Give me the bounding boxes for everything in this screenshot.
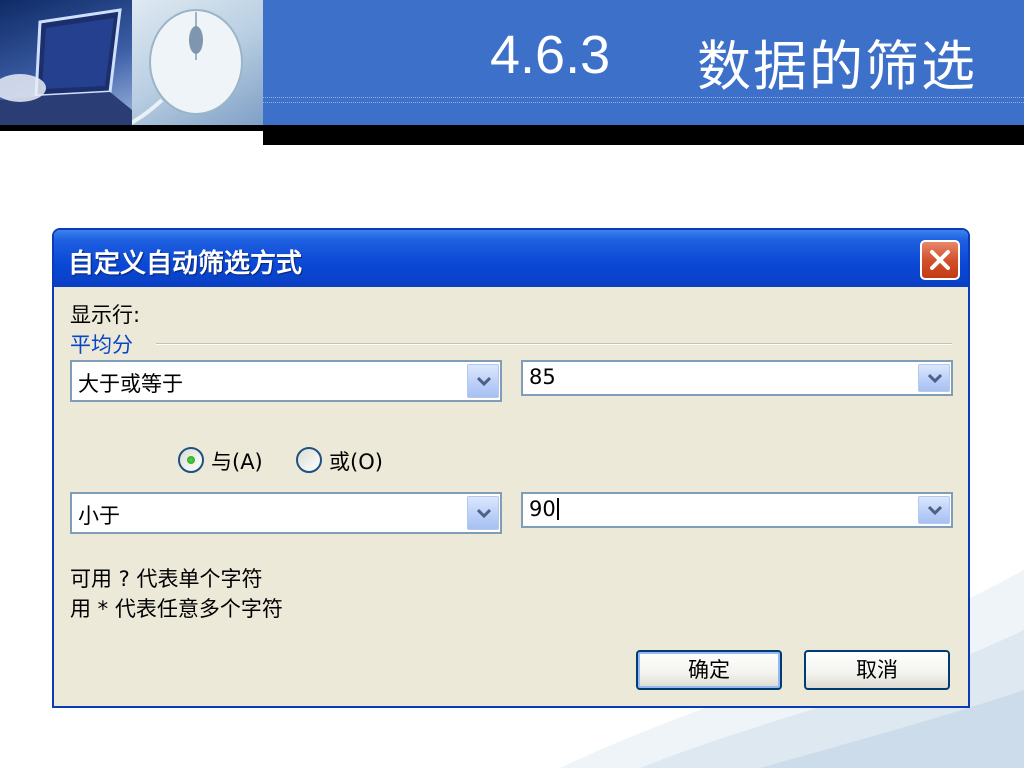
value2-dropdown-button[interactable] xyxy=(918,496,950,524)
ok-button[interactable]: 确定 xyxy=(636,650,782,690)
and-radio-label[interactable]: 与(A) xyxy=(211,446,263,476)
value1-dropdown-button[interactable] xyxy=(918,364,950,392)
slide-title: 数据的筛选 xyxy=(697,35,977,98)
operator2-select[interactable]: 小于 xyxy=(70,492,502,534)
dialog-title: 自定义自动筛选方式 xyxy=(68,249,303,279)
cancel-button[interactable]: 取消 xyxy=(804,650,950,690)
wildcard-hint-1: 可用 ? 代表单个字符 xyxy=(70,567,263,591)
header-photo xyxy=(0,0,263,125)
section-number: 4.6.3 xyxy=(490,25,611,85)
field-name-label: 平均分 xyxy=(70,333,133,357)
value1-text: 85 xyxy=(529,365,556,389)
operator1-select[interactable]: 大于或等于 xyxy=(70,360,502,402)
value2-text[interactable]: 90 xyxy=(529,497,559,521)
value2-value: 90 xyxy=(529,497,556,521)
close-button[interactable] xyxy=(920,240,960,280)
group-divider xyxy=(156,343,952,345)
value2-combo[interactable]: 90 xyxy=(521,492,953,528)
chevron-down-icon xyxy=(477,376,491,386)
operator2-dropdown-button[interactable] xyxy=(467,496,499,530)
wildcard-hint-2: 用 * 代表任意多个字符 xyxy=(70,597,283,621)
dialog-titlebar[interactable]: 自定义自动筛选方式 xyxy=(54,230,968,287)
operator1-value: 大于或等于 xyxy=(78,372,183,396)
mouse-icon xyxy=(132,0,263,125)
operator1-dropdown-button[interactable] xyxy=(467,364,499,398)
laptop-icon xyxy=(0,0,132,125)
value1-combo[interactable]: 85 xyxy=(521,360,953,396)
radio-selected-dot xyxy=(187,456,195,464)
show-rows-label: 显示行: xyxy=(70,303,141,327)
or-radio-circle[interactable] xyxy=(296,447,322,473)
and-radio-circle[interactable] xyxy=(178,447,204,473)
close-icon xyxy=(930,250,950,270)
chevron-down-icon xyxy=(928,373,942,383)
slide-header: 4.6.3 数据的筛选 xyxy=(0,0,1024,145)
text-cursor xyxy=(556,498,559,520)
header-underline xyxy=(0,125,263,131)
header-black-bar xyxy=(263,125,1024,145)
operator2-value: 小于 xyxy=(78,504,120,528)
chevron-down-icon xyxy=(928,505,942,515)
chevron-down-icon xyxy=(477,508,491,518)
or-radio-label[interactable]: 或(O) xyxy=(329,446,383,476)
custom-autofilter-dialog: 自定义自动筛选方式 显示行: 平均分 大于或等于 85 与(A) 或(O) 小于… xyxy=(52,228,970,708)
